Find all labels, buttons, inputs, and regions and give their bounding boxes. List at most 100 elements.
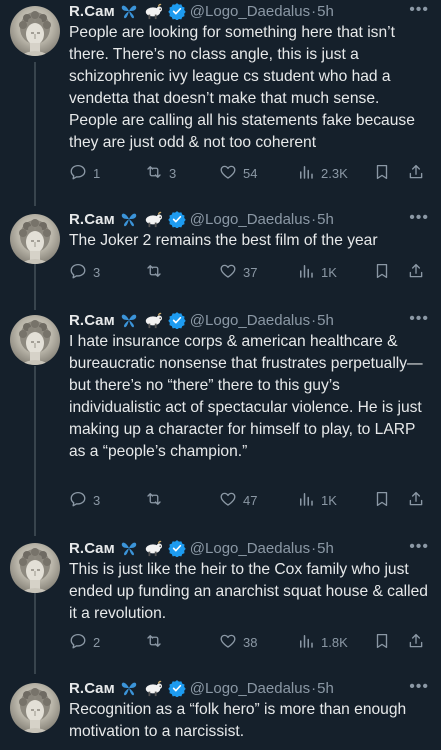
tweet-actions: 1 3 54 2.3K [69, 163, 431, 183]
reply-button[interactable]: 3 [69, 262, 100, 283]
more-options-icon[interactable]: ••• [409, 310, 429, 328]
views-count: 2.3K [321, 166, 348, 181]
verified-badge-icon[interactable] [168, 210, 186, 229]
reply-count: 2 [93, 635, 101, 650]
timestamp[interactable]: 5h [317, 211, 334, 228]
like-count: 54 [243, 166, 258, 181]
retweet-button[interactable] [145, 632, 169, 653]
like-button[interactable]: 37 [219, 262, 257, 283]
timestamp[interactable]: 5h [317, 3, 334, 20]
tweet[interactable]: R.Cам @Logo_Daedalus · 5h ••• This is ju… [0, 535, 441, 675]
views-icon [297, 490, 315, 511]
more-options-icon[interactable]: ••• [409, 678, 429, 696]
butterfly-icon [120, 312, 138, 328]
verified-badge-icon[interactable] [168, 679, 186, 698]
reply-icon [69, 163, 87, 184]
timestamp[interactable]: 5h [317, 312, 334, 329]
retweet-icon [145, 262, 163, 283]
views-icon [297, 262, 315, 283]
author-name[interactable]: R.Cам [69, 211, 115, 228]
like-icon [219, 490, 237, 511]
views-button[interactable]: 2.3K [297, 163, 348, 184]
butterfly-icon [120, 680, 138, 696]
like-count: 37 [243, 265, 258, 280]
author-handle[interactable]: @Logo_Daedalus [190, 312, 310, 329]
share-icon [407, 490, 425, 511]
goat-icon [142, 210, 164, 228]
tweet[interactable]: R.Cам @Logo_Daedalus · 5h ••• People are… [0, 0, 441, 206]
retweet-button[interactable] [145, 490, 169, 511]
retweet-icon [145, 163, 163, 184]
like-button[interactable]: 54 [219, 163, 257, 184]
retweet-icon [145, 632, 163, 653]
avatar[interactable] [10, 683, 60, 733]
author-name[interactable]: R.Cам [69, 540, 115, 557]
bookmark-icon [373, 490, 391, 511]
author-name[interactable]: R.Cам [69, 680, 115, 697]
author-name[interactable]: R.Cам [69, 3, 115, 20]
share-button[interactable] [407, 632, 425, 653]
verified-badge-icon[interactable] [168, 311, 186, 330]
reply-icon [69, 490, 87, 511]
share-icon [407, 163, 425, 184]
bookmark-icon [373, 632, 391, 653]
tweet-text: People are looking for something here th… [69, 24, 415, 151]
reply-button[interactable]: 3 [69, 490, 100, 511]
tweet[interactable]: R.Cам @Logo_Daedalus · 5h ••• Recognitio… [0, 675, 441, 750]
goat-icon [142, 679, 164, 697]
author-handle[interactable]: @Logo_Daedalus [190, 211, 310, 228]
bookmark-button[interactable] [373, 163, 391, 184]
butterfly-icon [120, 3, 138, 19]
reply-icon [69, 632, 87, 653]
separator: · [311, 539, 317, 557]
timestamp[interactable]: 5h [317, 540, 334, 557]
avatar[interactable] [10, 543, 60, 593]
like-button[interactable]: 38 [219, 632, 257, 653]
separator: · [311, 311, 317, 329]
author-handle[interactable]: @Logo_Daedalus [190, 3, 310, 20]
bookmark-icon [373, 262, 391, 283]
bookmark-button[interactable] [373, 262, 391, 283]
views-button[interactable]: 1K [297, 262, 337, 283]
author-handle[interactable]: @Logo_Daedalus [190, 540, 310, 557]
views-button[interactable]: 1.8K [297, 632, 348, 653]
reply-count: 1 [93, 166, 101, 181]
verified-badge-icon[interactable] [168, 2, 186, 21]
tweet[interactable]: R.Cам @Logo_Daedalus · 5h ••• I hate ins… [0, 309, 441, 535]
like-count: 47 [243, 493, 258, 508]
like-button[interactable]: 47 [219, 490, 257, 511]
tweet-header: R.Cам @Logo_Daedalus · 5h [69, 209, 334, 229]
retweet-button[interactable] [145, 262, 169, 283]
bookmark-button[interactable] [373, 632, 391, 653]
views-count: 1K [321, 265, 337, 280]
tweet-actions: 3 47 1K [69, 490, 431, 510]
tweet[interactable]: R.Cам @Logo_Daedalus · 5h ••• The Joker … [0, 206, 441, 309]
more-options-icon[interactable]: ••• [409, 209, 429, 227]
avatar[interactable] [10, 315, 60, 365]
more-options-icon[interactable]: ••• [409, 1, 429, 19]
views-icon [297, 632, 315, 653]
author-handle[interactable]: @Logo_Daedalus [190, 680, 310, 697]
tweet-text: I hate insurance corps & american health… [69, 333, 423, 460]
timestamp[interactable]: 5h [317, 680, 334, 697]
retweet-button[interactable]: 3 [145, 163, 176, 184]
share-button[interactable] [407, 262, 425, 283]
author-name[interactable]: R.Cам [69, 312, 115, 329]
share-button[interactable] [407, 163, 425, 184]
views-count: 1.8K [321, 635, 348, 650]
tweet-text: This is just like the heir to the Cox fa… [69, 561, 428, 622]
views-button[interactable]: 1K [297, 490, 337, 511]
goat-icon [142, 2, 164, 20]
separator: · [311, 210, 317, 228]
verified-badge-icon[interactable] [168, 539, 186, 558]
more-options-icon[interactable]: ••• [409, 538, 429, 556]
views-count: 1K [321, 493, 337, 508]
share-button[interactable] [407, 490, 425, 511]
bookmark-button[interactable] [373, 490, 391, 511]
reply-button[interactable]: 2 [69, 632, 100, 653]
reply-icon [69, 262, 87, 283]
tweet-text: Recognition as a “folk hero” is more tha… [69, 701, 407, 740]
avatar[interactable] [10, 6, 60, 56]
avatar[interactable] [10, 214, 60, 264]
reply-button[interactable]: 1 [69, 163, 100, 184]
